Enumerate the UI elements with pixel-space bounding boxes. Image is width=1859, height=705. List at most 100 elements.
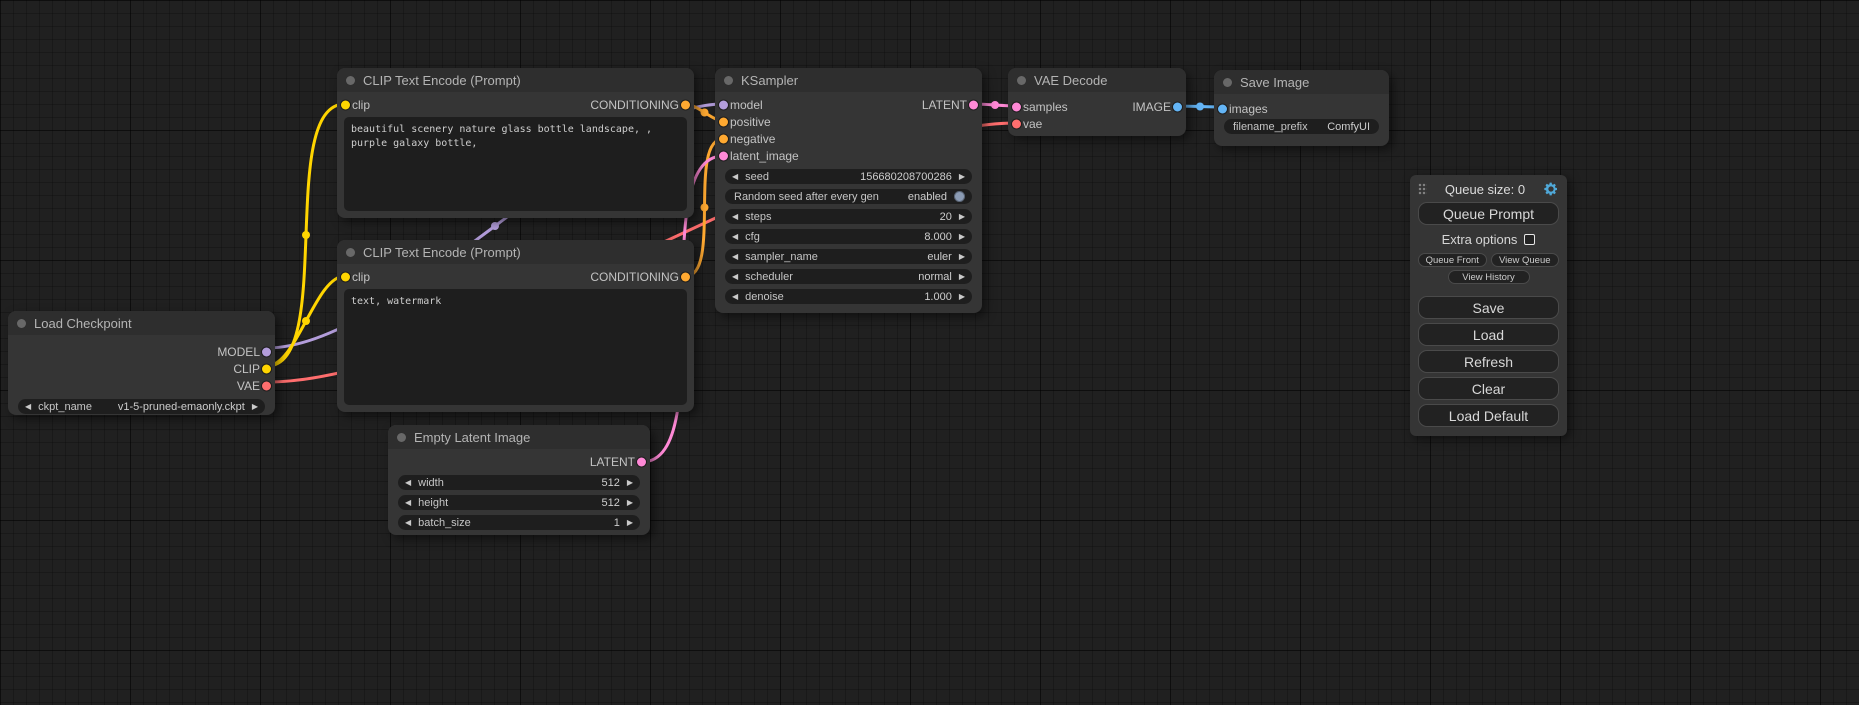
collapse-dot-icon[interactable] (17, 319, 26, 328)
batch-size-widget[interactable]: ◀ batch_size 1 ▶ (398, 515, 640, 530)
widget-value: 512 (601, 497, 619, 509)
node-title-bar[interactable]: VAE Decode (1008, 68, 1186, 92)
images-input-port[interactable] (1218, 104, 1227, 113)
next-arrow-icon[interactable]: ▶ (959, 253, 965, 261)
conditioning-output-port[interactable] (681, 272, 690, 281)
decrement-arrow-icon[interactable]: ◀ (732, 293, 738, 301)
image-output-port[interactable] (1173, 102, 1182, 111)
scheduler-widget[interactable]: ◀ scheduler normal ▶ (725, 269, 972, 284)
cfg-widget[interactable]: ◀ cfg 8.000 ▶ (725, 229, 972, 244)
ckpt-name-widget[interactable]: ◀ ckpt_name v1-5-pruned-emaonly.ckpt ▶ (18, 399, 265, 414)
increment-arrow-icon[interactable]: ▶ (959, 213, 965, 221)
widget-label: height (418, 497, 448, 509)
decrement-arrow-icon[interactable]: ◀ (732, 213, 738, 221)
node-clip-text-encode-negative[interactable]: CLIP Text Encode (Prompt) clip CONDITION… (337, 240, 694, 412)
prev-arrow-icon[interactable]: ◀ (732, 253, 738, 261)
random-seed-toggle-widget[interactable]: Random seed after every gen enabled (725, 189, 972, 204)
conditioning-output-port[interactable] (681, 100, 690, 109)
output-slot-vae: VAE (8, 377, 275, 394)
latent-image-input-port[interactable] (719, 151, 728, 160)
clip-output-port[interactable] (262, 364, 271, 373)
negative-prompt-textarea[interactable]: text, watermark (344, 289, 687, 405)
positive-input-port[interactable] (719, 117, 728, 126)
width-widget[interactable]: ◀ width 512 ▶ (398, 475, 640, 490)
samples-input-port[interactable] (1012, 102, 1021, 111)
increment-arrow-icon[interactable]: ▶ (627, 499, 633, 507)
input-slot-vae: vae (1023, 117, 1042, 131)
collapse-dot-icon[interactable] (1223, 78, 1232, 87)
collapse-dot-icon[interactable] (1017, 76, 1026, 85)
node-save-image[interactable]: Save Image images filename_prefix ComfyU… (1214, 70, 1389, 146)
sampler-name-widget[interactable]: ◀ sampler_name euler ▶ (725, 249, 972, 264)
node-title: CLIP Text Encode (Prompt) (363, 245, 521, 260)
model-output-port[interactable] (262, 347, 271, 356)
slot-label-vae: VAE (237, 379, 260, 393)
increment-arrow-icon[interactable]: ▶ (959, 233, 965, 241)
refresh-button[interactable]: Refresh (1418, 350, 1559, 373)
node-title-bar[interactable]: CLIP Text Encode (Prompt) (337, 240, 694, 264)
save-button[interactable]: Save (1418, 296, 1559, 319)
decrement-arrow-icon[interactable]: ◀ (405, 499, 411, 507)
negative-input-port[interactable] (719, 134, 728, 143)
view-queue-button[interactable]: View Queue (1491, 253, 1560, 267)
collapse-dot-icon[interactable] (346, 248, 355, 257)
slot-label-conditioning: CONDITIONING (590, 98, 679, 112)
node-title-bar[interactable]: Save Image (1214, 70, 1389, 94)
prev-arrow-icon[interactable]: ◀ (25, 403, 31, 411)
queue-prompt-button[interactable]: Queue Prompt (1418, 202, 1559, 225)
queue-front-button[interactable]: Queue Front (1418, 253, 1487, 267)
increment-arrow-icon[interactable]: ▶ (959, 293, 965, 301)
positive-prompt-textarea[interactable]: beautiful scenery nature glass bottle la… (344, 117, 687, 211)
clip-input-port[interactable] (341, 100, 350, 109)
steps-widget[interactable]: ◀ steps 20 ▶ (725, 209, 972, 224)
filename-prefix-widget[interactable]: filename_prefix ComfyUI (1224, 119, 1379, 134)
clear-button[interactable]: Clear (1418, 377, 1559, 400)
clip-input-port[interactable] (341, 272, 350, 281)
latent-output-port[interactable] (637, 457, 646, 466)
link-midpoint-positive-conditioning (701, 109, 709, 117)
toggle-knob-icon[interactable] (954, 191, 965, 202)
node-load-checkpoint[interactable]: Load Checkpoint MODEL CLIP VAE (8, 311, 275, 415)
node-empty-latent-image[interactable]: Empty Latent Image LATENT ◀ width 512 ▶ … (388, 425, 650, 535)
vae-input-port[interactable] (1012, 119, 1021, 128)
slot-label-conditioning: CONDITIONING (590, 270, 679, 284)
decrement-arrow-icon[interactable]: ◀ (405, 479, 411, 487)
decrement-arrow-icon[interactable]: ◀ (405, 519, 411, 527)
node-title-bar[interactable]: Load Checkpoint (8, 311, 275, 335)
vae-output-port[interactable] (262, 381, 271, 390)
node-title-bar[interactable]: CLIP Text Encode (Prompt) (337, 68, 694, 92)
slot-label-latent: LATENT (922, 98, 967, 112)
drag-handle-icon[interactable] (1418, 183, 1427, 195)
node-ksampler[interactable]: KSampler model LATENT positive (715, 68, 982, 313)
widget-value: 512 (601, 477, 619, 489)
next-arrow-icon[interactable]: ▶ (959, 273, 965, 281)
increment-arrow-icon[interactable]: ▶ (959, 173, 965, 181)
graph-canvas[interactable]: Load Checkpoint MODEL CLIP VAE (0, 0, 1859, 705)
load-button[interactable]: Load (1418, 323, 1559, 346)
node-title-bar[interactable]: KSampler (715, 68, 982, 92)
settings-gear-icon[interactable] (1543, 181, 1559, 197)
slot-label-latent: LATENT (590, 455, 635, 469)
decrement-arrow-icon[interactable]: ◀ (732, 233, 738, 241)
prev-arrow-icon[interactable]: ◀ (732, 273, 738, 281)
node-vae-decode[interactable]: VAE Decode samples IMAGE vae (1008, 68, 1186, 136)
collapse-dot-icon[interactable] (397, 433, 406, 442)
decrement-arrow-icon[interactable]: ◀ (732, 173, 738, 181)
next-arrow-icon[interactable]: ▶ (252, 403, 258, 411)
increment-arrow-icon[interactable]: ▶ (627, 479, 633, 487)
input-slot-samples: samples (1023, 100, 1068, 114)
collapse-dot-icon[interactable] (724, 76, 733, 85)
latent-output-port[interactable] (969, 100, 978, 109)
load-default-button[interactable]: Load Default (1418, 404, 1559, 427)
denoise-widget[interactable]: ◀ denoise 1.000 ▶ (725, 289, 972, 304)
height-widget[interactable]: ◀ height 512 ▶ (398, 495, 640, 510)
node-clip-text-encode-positive[interactable]: CLIP Text Encode (Prompt) clip CONDITION… (337, 68, 694, 218)
node-title-bar[interactable]: Empty Latent Image (388, 425, 650, 449)
extra-options-checkbox[interactable] (1524, 234, 1535, 245)
output-slot-conditioning: CONDITIONING (590, 98, 679, 112)
seed-widget[interactable]: ◀ seed 156680208700286 ▶ (725, 169, 972, 184)
view-history-button[interactable]: View History (1448, 270, 1530, 284)
model-input-port[interactable] (719, 100, 728, 109)
collapse-dot-icon[interactable] (346, 76, 355, 85)
increment-arrow-icon[interactable]: ▶ (627, 519, 633, 527)
